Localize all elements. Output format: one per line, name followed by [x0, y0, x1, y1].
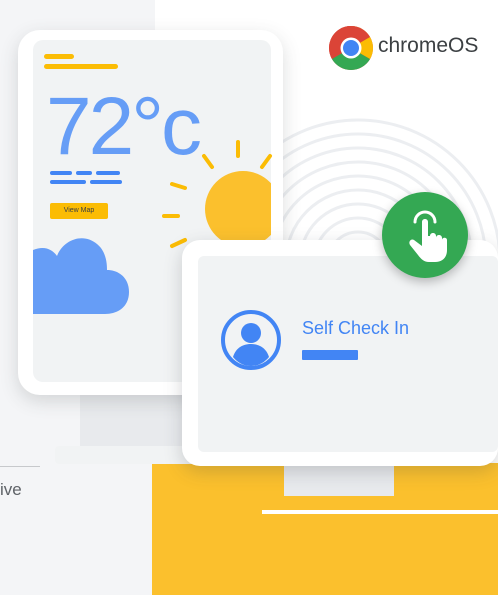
cloud-icon: [33, 238, 129, 314]
chrome-logo-icon: [329, 26, 373, 70]
bottom-divider-line: [262, 510, 498, 514]
self-check-in-label[interactable]: Self Check In: [302, 318, 409, 339]
user-avatar-icon: [221, 310, 281, 370]
touch-action-button[interactable]: [382, 192, 468, 278]
text-placeholder-line: [50, 171, 72, 175]
check-in-placeholder-bar: [302, 350, 358, 360]
section-divider: [0, 466, 40, 467]
text-placeholder-line: [50, 180, 86, 184]
text-placeholder-line: [96, 171, 120, 175]
left-monitor-stand-neck: [80, 392, 190, 450]
promo-stage: ive 72°c View Map Self Check In chromeOS: [0, 0, 498, 595]
view-map-button[interactable]: View Map: [50, 203, 108, 219]
right-monitor-stand-neck: [284, 466, 394, 496]
tap-hand-icon: [409, 210, 447, 262]
text-placeholder-line: [90, 180, 122, 184]
brand-wordmark: chromeOS: [378, 34, 479, 57]
header-line-short: [44, 54, 74, 59]
sun-icon: [162, 140, 272, 248]
partial-caption-text: ive: [0, 480, 22, 499]
header-line-long: [44, 64, 118, 69]
text-placeholder-line: [76, 171, 92, 175]
